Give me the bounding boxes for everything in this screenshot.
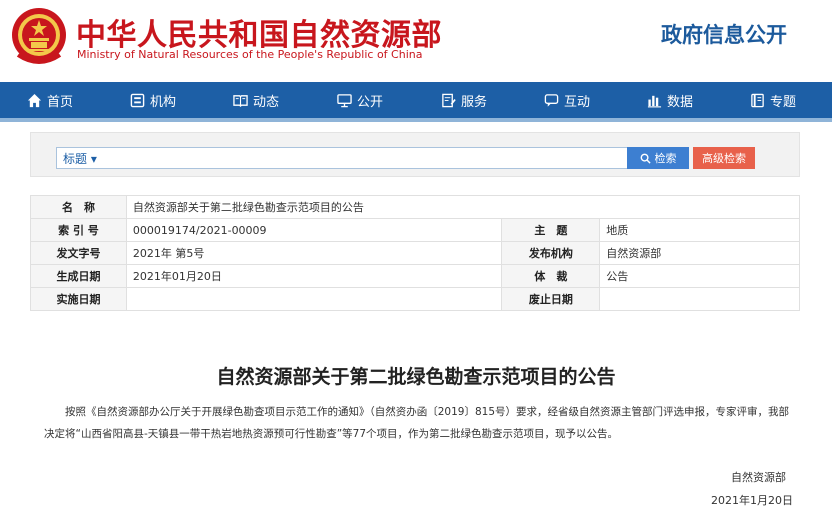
- table-row: 生成日期 2021年01月20日 体 裁 公告: [30, 264, 800, 288]
- expiry-label: 废止日期: [501, 287, 601, 311]
- issuer-value: 自然资源部: [599, 241, 800, 265]
- table-row: 实施日期 废止日期: [30, 287, 800, 311]
- name-value: 自然资源部关于第二批绿色勘查示范项目的公告: [125, 195, 801, 219]
- nav-label: 机构: [150, 94, 177, 110]
- doc-no-value: 2021年 第5号: [125, 241, 503, 265]
- main-nav: 首页 机构 动态 公开 服务 互动 数据 专题: [0, 82, 832, 118]
- nav-item-news[interactable]: 动态: [233, 82, 279, 118]
- advanced-search-button[interactable]: 高级检索: [693, 147, 755, 169]
- name-label: 名 称: [30, 195, 127, 219]
- doc-no-label: 发文字号: [30, 241, 127, 265]
- building-icon: [130, 93, 145, 107]
- created-label: 生成日期: [30, 264, 127, 288]
- nav-label: 专题: [770, 94, 797, 110]
- index-label: 索 引 号: [30, 218, 127, 242]
- site-subtitle: Ministry of Natural Resources of the Peo…: [77, 48, 423, 61]
- search-icon: [640, 153, 651, 164]
- table-row: 发文字号 2021年 第5号 发布机构 自然资源部: [30, 241, 800, 265]
- search-panel: 标题 ▾ 检索 高级检索: [30, 132, 800, 177]
- advanced-search-label: 高级检索: [702, 152, 746, 165]
- issuer-label: 发布机构: [501, 241, 601, 265]
- gov-info-open-title[interactable]: 政府信息公开: [661, 19, 787, 49]
- search-type-dropdown[interactable]: 标题 ▾: [63, 150, 97, 167]
- effective-label: 实施日期: [30, 287, 127, 311]
- document-edit-icon: [442, 93, 456, 107]
- article-title: 自然资源部关于第二批绿色勘查示范项目的公告: [216, 366, 616, 388]
- nav-label: 数据: [667, 94, 694, 110]
- book-icon: [233, 94, 248, 107]
- nav-label: 服务: [461, 94, 488, 110]
- expiry-value: [599, 287, 800, 311]
- nav-item-interaction[interactable]: 互动: [544, 82, 590, 118]
- nav-divider: [0, 118, 832, 122]
- subject-value: 地质: [599, 218, 800, 242]
- monitor-icon: [337, 93, 352, 107]
- nav-label: 公开: [357, 94, 384, 110]
- index-value: 000019174/2021-00009: [125, 218, 503, 242]
- home-icon: [27, 93, 42, 107]
- nav-item-data[interactable]: 数据: [647, 82, 693, 118]
- site-header: 中华人民共和国自然资源部 Ministry of Natural Resourc…: [0, 0, 832, 82]
- nav-item-home[interactable]: 首页: [27, 82, 73, 118]
- search-input[interactable]: [127, 149, 647, 167]
- genre-label: 体 裁: [501, 264, 601, 288]
- search-button[interactable]: 检索: [627, 147, 689, 169]
- effective-value: [125, 287, 503, 311]
- genre-value: 公告: [599, 264, 800, 288]
- table-row: 索 引 号 000019174/2021-00009 主 题 地质: [30, 218, 800, 242]
- nav-label: 互动: [564, 94, 591, 110]
- chat-icon: [544, 93, 559, 107]
- search-button-label: 检索: [654, 152, 677, 165]
- table-row: 名 称 自然资源部关于第二批绿色勘查示范项目的公告: [30, 195, 801, 219]
- nav-item-services[interactable]: 服务: [441, 82, 487, 118]
- nav-item-institutions[interactable]: 机构: [130, 82, 176, 118]
- search-box: 标题 ▾: [56, 147, 653, 169]
- bar-chart-icon: [647, 95, 662, 107]
- nav-label: 动态: [253, 94, 280, 110]
- created-value: 2021年01月20日: [125, 264, 503, 288]
- article-date: 2021年1月20日: [711, 494, 793, 507]
- document-metadata-table: 名 称 自然资源部关于第二批绿色勘查示范项目的公告 索 引 号 00001917…: [30, 195, 801, 311]
- national-emblem-icon: [12, 8, 66, 64]
- article-body: 按照《自然资源部办公厅关于开展绿色勘查项目示范工作的通知》（自然资办函〔2019…: [44, 406, 790, 440]
- subject-label: 主 题: [501, 218, 601, 242]
- nav-item-topics[interactable]: 专题: [750, 82, 796, 118]
- notebook-icon: [751, 93, 764, 107]
- nav-label: 首页: [47, 94, 74, 110]
- article-signature: 自然资源部: [731, 471, 786, 484]
- nav-item-public[interactable]: 公开: [337, 82, 383, 118]
